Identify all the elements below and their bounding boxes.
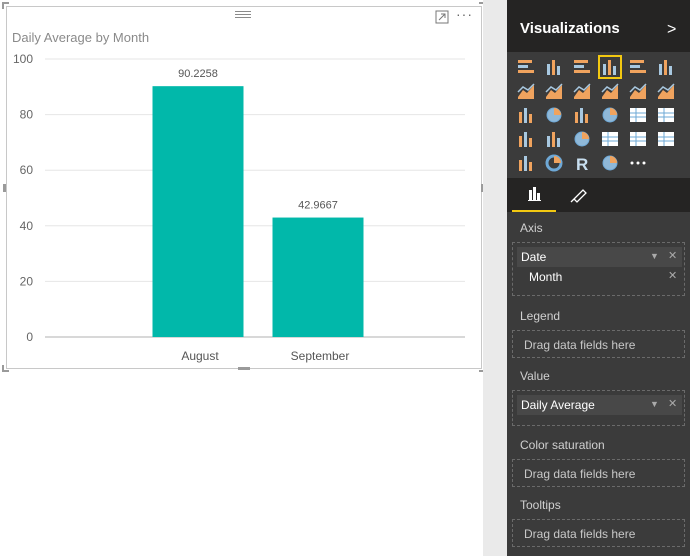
- gauge-icon[interactable]: [571, 128, 593, 150]
- matrix-icon[interactable]: [655, 104, 677, 126]
- pane-title: Visualizations: [520, 20, 620, 37]
- y-tick-label: 100: [13, 52, 33, 66]
- multirow-card-icon[interactable]: [599, 128, 621, 150]
- axis-date-label: Date: [521, 250, 547, 264]
- y-tick-label: 0: [26, 330, 33, 344]
- svg-text:R: R: [576, 155, 588, 174]
- kpi-icon[interactable]: [655, 128, 677, 150]
- area-chart-icon[interactable]: [543, 80, 565, 102]
- x-tick-label: September: [291, 349, 350, 363]
- pane-header: Visualizations >: [507, 0, 690, 52]
- value-well[interactable]: Daily Average ▼ ✕: [512, 390, 685, 426]
- value-field-pill[interactable]: Daily Average ▼ ✕: [517, 395, 682, 415]
- y-tick-label: 40: [20, 219, 34, 233]
- map-icon[interactable]: [599, 104, 621, 126]
- y-axis: 0 20 40 60 80 100: [13, 52, 33, 344]
- 100-bar-icon[interactable]: [627, 56, 649, 78]
- chevron-down-icon[interactable]: ▼: [650, 399, 659, 409]
- stacked-area-icon[interactable]: [571, 80, 593, 102]
- chart-visual[interactable]: ··· Daily Average by Month 0 20 40 60 80 100 …: [2, 2, 486, 372]
- visualizations-pane: Visualizations > R Axis Date ▼ ✕ Month ✕…: [507, 0, 690, 556]
- r-visual-icon[interactable]: R: [571, 152, 593, 174]
- legend-well-label: Legend: [520, 309, 561, 323]
- data-label: 90.2258: [178, 68, 218, 80]
- 100-column-icon[interactable]: [655, 56, 677, 78]
- color-saturation-well[interactable]: Drag data fields here: [512, 459, 685, 487]
- value-field-label: Daily Average: [521, 398, 595, 412]
- ribbon-chart-icon[interactable]: [655, 80, 677, 102]
- legend-placeholder: Drag data fields here: [524, 338, 636, 352]
- chevron-down-icon[interactable]: ▼: [650, 251, 659, 261]
- tooltips-well[interactable]: Drag data fields here: [512, 519, 685, 547]
- clustered-bar-icon[interactable]: [571, 56, 593, 78]
- axis-month-pill[interactable]: Month ✕: [517, 267, 682, 287]
- chart-title: Daily Average by Month: [12, 30, 149, 45]
- pane-tabs: [507, 178, 690, 212]
- data-label: 42.9667: [298, 200, 338, 212]
- resize-handle-top-left[interactable]: [2, 2, 9, 9]
- column-chart: Daily Average by Month 0 20 40 60 80 100 90.2…: [12, 30, 465, 363]
- color-saturation-well-label: Color saturation: [520, 438, 605, 452]
- filled-map-icon[interactable]: [515, 128, 537, 150]
- card-icon[interactable]: [627, 128, 649, 150]
- remove-field-icon[interactable]: ✕: [668, 269, 677, 282]
- stacked-bar-icon[interactable]: [515, 56, 537, 78]
- value-well-label: Value: [520, 369, 550, 383]
- bar[interactable]: [152, 86, 244, 338]
- globe-icon[interactable]: [599, 152, 621, 174]
- resize-handle-bottom-left[interactable]: [2, 365, 9, 372]
- more-visuals-icon[interactable]: [627, 152, 649, 174]
- canvas-scroll-gutter: [483, 0, 507, 556]
- remove-field-icon[interactable]: ✕: [668, 397, 677, 410]
- tooltips-placeholder: Drag data fields here: [524, 527, 636, 541]
- visual-type-gallery: R: [507, 52, 690, 178]
- funnel-icon[interactable]: [543, 128, 565, 150]
- axis-well-label: Axis: [520, 221, 543, 235]
- slicer-icon[interactable]: [515, 152, 537, 174]
- paint-roller-icon: [570, 189, 587, 203]
- tooltips-well-label: Tooltips: [520, 498, 561, 512]
- collapse-pane-icon[interactable]: >: [667, 21, 676, 39]
- color-saturation-placeholder: Drag data fields here: [524, 467, 636, 481]
- donut-icon[interactable]: [543, 152, 565, 174]
- resize-handle-left[interactable]: [3, 184, 6, 192]
- axis-date-pill[interactable]: Date ▼ ✕: [517, 247, 682, 267]
- pie-chart-icon[interactable]: [543, 104, 565, 126]
- line-chart-icon[interactable]: [515, 80, 537, 102]
- x-tick-label: August: [181, 349, 219, 363]
- treemap-icon[interactable]: [571, 104, 593, 126]
- axis-month-label: Month: [529, 270, 563, 284]
- resize-handle-bottom[interactable]: [238, 367, 250, 370]
- report-canvas[interactable]: ··· Daily Average by Month 0 20 40 60 80 100 …: [0, 0, 497, 556]
- bar-series: [152, 86, 364, 338]
- x-axis: August September: [181, 349, 349, 363]
- legend-well[interactable]: Drag data fields here: [512, 330, 685, 358]
- bar[interactable]: [272, 217, 364, 337]
- format-tab[interactable]: [557, 178, 601, 212]
- line-column-icon[interactable]: [599, 80, 621, 102]
- y-tick-label: 20: [20, 274, 34, 288]
- y-tick-label: 80: [20, 108, 34, 122]
- clustered-column-icon[interactable]: [598, 55, 622, 79]
- fields-icon: [528, 187, 541, 201]
- table-icon[interactable]: [627, 104, 649, 126]
- line-clustered-column-icon[interactable]: [627, 80, 649, 102]
- gridlines: [45, 58, 465, 338]
- powerbi-report-editor: ··· Daily Average by Month 0 20 40 60 80 100 …: [0, 0, 690, 556]
- fields-tab[interactable]: [512, 178, 556, 212]
- stacked-column-icon[interactable]: [543, 56, 565, 78]
- remove-field-icon[interactable]: ✕: [668, 249, 677, 262]
- y-tick-label: 60: [20, 163, 34, 177]
- scatter-chart-icon[interactable]: [515, 104, 537, 126]
- axis-well[interactable]: Date ▼ ✕ Month ✕: [512, 242, 685, 296]
